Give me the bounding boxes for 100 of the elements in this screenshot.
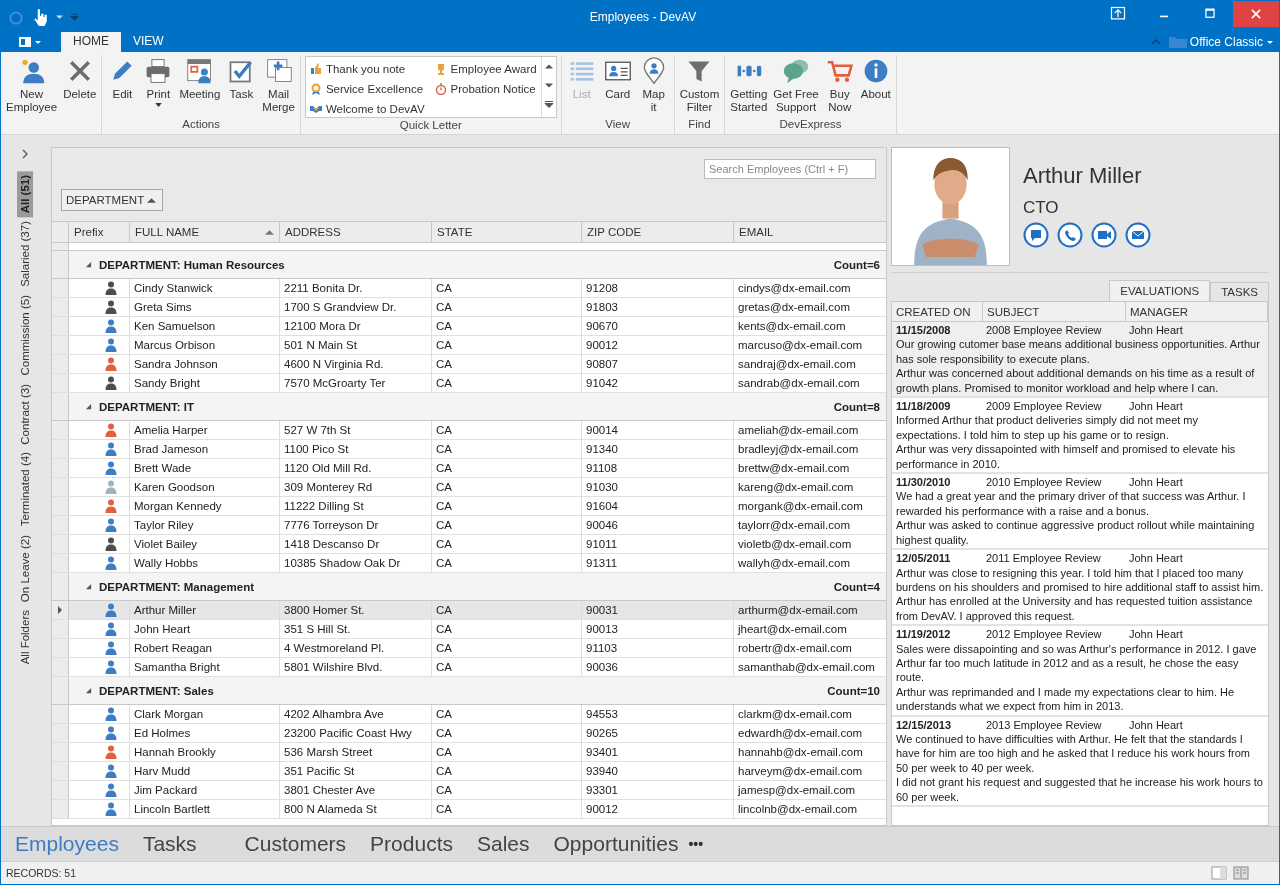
folder-tab[interactable]: Contract (3) [17, 379, 33, 449]
nav-item[interactable]: Customers [244, 832, 347, 856]
evaluation-row[interactable] [892, 322, 1268, 399]
table-row[interactable]: Robert Reagan 4 Westmoreland Pl. CA 91103 robertr@dx-email.com [52, 639, 886, 658]
folder-tab[interactable]: All Folders [17, 605, 33, 668]
mail-merge-icon [264, 57, 293, 85]
gallery-item[interactable]: Employee Award [434, 60, 537, 78]
column-header[interactable]: MANAGER [1126, 302, 1268, 321]
collapse-icon[interactable] [85, 403, 92, 410]
collapse-icon[interactable] [85, 583, 92, 590]
table-cell: 2211 Bonita Dr. [279, 279, 431, 297]
column-header[interactable]: SUBJECT [983, 302, 1126, 321]
gallery-item[interactable]: Thank you note [309, 60, 425, 78]
column-header[interactable]: ZIP CODE [581, 222, 733, 242]
caret-icon[interactable] [55, 12, 64, 21]
table-row[interactable]: Ken Samuelson 12100 Mora Dr CA 90670 kents@dx-email.com [52, 317, 886, 336]
ribbon-button[interactable]: Meeting [176, 55, 224, 118]
column-header[interactable]: STATE [431, 222, 581, 242]
theme-dropdown[interactable]: Office Classic [1189, 35, 1263, 49]
table-row[interactable]: Cindy Stanwick 2211 Bonita Dr. CA 91208 cindys@dx-email.com [52, 279, 886, 298]
evaluation-note: Arthur was concerned about additional demands on his time as a result of growth plans. Promised to monitor workload and help where I can. [896, 366, 1256, 396]
video-camera-icon[interactable] [1091, 222, 1117, 248]
column-header[interactable]: Prefix [68, 222, 129, 242]
group-count: Count=6 [833, 258, 880, 271]
ribbon-button[interactable]: About [857, 55, 894, 118]
mail-icon[interactable] [1125, 222, 1151, 248]
phone-icon[interactable] [1057, 222, 1083, 248]
collapse-icon[interactable] [85, 687, 92, 694]
nav-item[interactable]: Tasks [142, 832, 197, 856]
table-row[interactable]: Arthur Miller 3800 Homer St. CA 90031 arthurm@dx-email.com [52, 601, 886, 620]
ribbon-button[interactable]: Delete [60, 55, 100, 134]
collapse-icon[interactable] [85, 261, 92, 268]
tab[interactable]: EVALUATIONS [1109, 280, 1211, 301]
search-field[interactable]: Search Employees (Ctrl + F) [704, 159, 876, 179]
nav-item[interactable]: Products [370, 832, 453, 856]
table-cell: Ken Samuelson [129, 317, 279, 335]
group-by-chip[interactable]: DEPARTMENT [61, 189, 163, 211]
ribbon-button[interactable]: Get Free Support [770, 55, 822, 118]
table-row[interactable]: Brett Wade 1120 Old Mill Rd. CA 91108 brettw@dx-email.com [52, 459, 886, 478]
table-row[interactable]: Lincoln Bartlett 800 N Alameda St CA 90012 lincolnb@dx-email.com [52, 800, 886, 819]
folder-tab[interactable]: Terminated (4) [17, 448, 33, 531]
ribbon-button[interactable]: New Employee [3, 55, 61, 134]
ribbon-button[interactable]: Edit [104, 55, 141, 118]
ribbon-button[interactable]: Getting Started [727, 55, 771, 118]
tab[interactable]: TASKS [1210, 282, 1269, 301]
table-cell: 91103 [581, 639, 733, 657]
table-row[interactable]: Ed Holmes 23200 Pacific Coast Hwy CA 90265 edwardh@dx-email.com [52, 724, 886, 743]
folder-tab[interactable]: All (51) [17, 171, 33, 218]
ribbon-button[interactable]: Print [140, 55, 177, 118]
table-cell: CA [431, 279, 581, 297]
table-cell: Morgan Kennedy [129, 497, 279, 515]
close-icon[interactable] [1233, 1, 1279, 27]
evaluation-note: Arthur was close to resigning this year. I told him that I placed too many burdens on his shoulders and promised to hire additional staff to assist him. [896, 565, 1265, 595]
table-cell: Hannah Brookly [129, 743, 279, 761]
table-row[interactable]: Greta Sims 1700 S Grandview Dr. CA 91803 gretas@dx-email.com [52, 298, 886, 317]
table-row[interactable]: Taylor Riley 7776 Torreyson Dr CA 90046 taylorr@dx-email.com [52, 516, 886, 535]
message-icon[interactable] [1023, 222, 1049, 248]
ribbon-button[interactable]: Mail Merge [259, 55, 298, 118]
thumbs-up-icon [309, 63, 322, 75]
more-button[interactable]: ••• [688, 836, 704, 852]
table-row[interactable]: Hannah Brookly 536 Marsh Street CA 93401 hannahb@dx-email.com [52, 743, 886, 762]
table-cell: 4600 N Virginia Rd. [279, 355, 431, 373]
table-row[interactable]: Marcus Orbison 501 N Main St CA 90012 marcuso@dx-email.com [52, 336, 886, 355]
table-row[interactable]: Sandra Johnson 4600 N Virginia Rd. CA 90807 sandraj@dx-email.com [52, 355, 886, 374]
table-row[interactable]: Amelia Harper 527 W 7th St CA 90014 ameliah@dx-email.com [52, 421, 886, 440]
table-row[interactable]: Karen Goodson 309 Monterey Rd CA 91030 kareng@dx-email.com [52, 478, 886, 497]
ribbon-button[interactable]: Custom Filter [676, 55, 723, 118]
table-cell: 91803 [581, 298, 733, 316]
ribbon-button[interactable]: Task [223, 55, 260, 118]
folder-tab[interactable]: Commission (5) [17, 291, 33, 380]
ribbon-button[interactable]: Card [599, 55, 636, 118]
folder-tab[interactable]: Salaried (37) [17, 217, 33, 292]
evaluation-date: 11/30/2010 [896, 475, 952, 490]
expand-icon[interactable] [21, 149, 29, 159]
table-row[interactable]: Clark Morgan 4202 Alhambra Ave CA 94553 clarkm@dx-email.com [52, 705, 886, 724]
table-row[interactable]: Jim Packard 3801 Chester Ave CA 93301 jamesp@dx-email.com [52, 781, 886, 800]
handshake-icon [309, 103, 322, 115]
nav-item[interactable]: Sales [477, 832, 530, 856]
ribbon-button[interactable]: Map it [635, 55, 672, 118]
table-cell: 90046 [581, 516, 733, 534]
column-header[interactable]: CREATED ON [892, 302, 983, 321]
nav-item[interactable]: Opportunities [553, 832, 679, 856]
gallery-item[interactable]: Probation Notice [434, 80, 537, 98]
table-cell: CA [431, 421, 581, 439]
table-row[interactable]: John Heart 351 S Hill St. CA 90013 jheart@dx-email.com [52, 620, 886, 639]
table-row[interactable]: Harv Mudd 351 Pacific St CA 93940 harveym@dx-email.com [52, 762, 886, 781]
column-header[interactable]: ADDRESS [279, 222, 431, 242]
column-header[interactable]: FULL NAME [129, 222, 279, 242]
ribbon-tab[interactable]: HOME [61, 31, 121, 52]
column-header[interactable]: EMAIL [733, 222, 886, 242]
ribbon-tab[interactable]: VIEW [121, 31, 176, 52]
group-title: DEPARTMENT: Management [99, 580, 256, 593]
gallery-item[interactable]: Welcome to DevAV [309, 100, 425, 118]
table-cell: jamesp@dx-email.com [733, 781, 886, 799]
table-row[interactable]: Brad Jameson 1100 Pico St CA 91340 bradleyj@dx-email.com [52, 440, 886, 459]
table-row[interactable]: Morgan Kennedy 11222 Dilling St CA 91604 morgank@dx-email.com [52, 497, 886, 516]
table-row[interactable]: Violet Bailey 1418 Descanso Dr CA 91011 violetb@dx-email.com [52, 535, 886, 554]
folder-tab[interactable]: On Leave (2) [17, 530, 33, 606]
ribbon-button[interactable]: Buy Now [821, 55, 858, 118]
gallery-item[interactable]: Service Excellence [309, 80, 425, 98]
